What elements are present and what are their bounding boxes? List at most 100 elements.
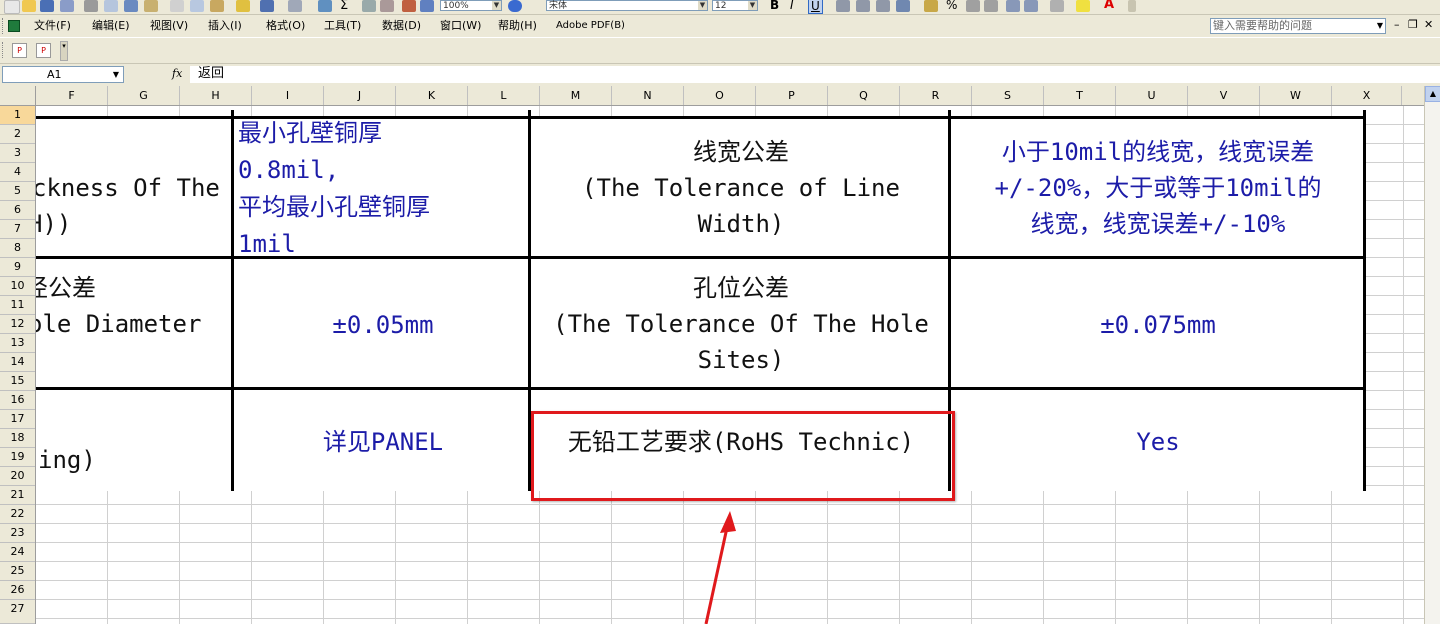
column-header[interactable]: U [1116, 86, 1188, 105]
row-header[interactable]: 13 [0, 334, 35, 353]
row-header[interactable]: 10 [0, 277, 35, 296]
help-search-input[interactable]: 键入需要帮助的问题 ▼ [1210, 18, 1386, 34]
fill-color-icon[interactable] [1076, 0, 1090, 12]
menu-adobe-pdf[interactable]: Adobe PDF(B) [556, 19, 625, 33]
column-header[interactable]: G [108, 86, 180, 105]
cut-icon[interactable] [170, 0, 184, 12]
table-cell[interactable]: 孔位公差 (The Tolerance Of The Hole Sites) [534, 270, 948, 378]
sort-descending-icon[interactable] [380, 0, 394, 12]
table-cell[interactable]: ±0.05mm [236, 307, 530, 343]
row-header[interactable]: 22 [0, 505, 35, 524]
menu-view[interactable]: 视图(V) [150, 19, 188, 33]
table-cell[interactable]: ckness Of The H)) [36, 170, 232, 242]
scroll-up-icon[interactable]: ▲ [1425, 86, 1440, 102]
menu-grip[interactable] [2, 18, 6, 34]
paste-icon[interactable] [210, 0, 224, 12]
table-cell[interactable]: 最小孔壁铜厚 0.8mil, 平均最小孔壁铜厚 1mil [238, 115, 528, 263]
row-header[interactable]: 15 [0, 372, 35, 391]
row-header[interactable]: 16 [0, 391, 35, 410]
menu-help[interactable]: 帮助(H) [498, 19, 537, 33]
row-header[interactable]: 9 [0, 258, 35, 277]
toolbar-options-icon[interactable]: ▾ [60, 41, 68, 61]
row-header[interactable]: 1 [0, 106, 35, 125]
table-cell[interactable]: ing) [36, 442, 232, 478]
row-header[interactable]: 4 [0, 163, 35, 182]
decrease-indent-icon[interactable] [1006, 0, 1020, 12]
save-icon[interactable] [40, 0, 54, 12]
chart-wizard-icon[interactable] [402, 0, 416, 12]
italic-button[interactable]: I [790, 0, 794, 12]
font-select[interactable]: 宋体 ▼ [546, 0, 708, 11]
drawing-icon[interactable] [420, 0, 434, 12]
underline-button[interactable]: U [808, 0, 823, 14]
column-header[interactable]: M [540, 86, 612, 105]
research-icon[interactable] [144, 0, 158, 12]
row-header[interactable]: 11 [0, 296, 35, 315]
zoom-select[interactable]: 100% ▼ [440, 0, 502, 11]
row-header[interactable]: 8 [0, 239, 35, 258]
row-header[interactable]: 19 [0, 448, 35, 467]
column-header[interactable]: W [1260, 86, 1332, 105]
row-header[interactable]: 2 [0, 125, 35, 144]
sort-ascending-icon[interactable] [362, 0, 376, 12]
menu-edit[interactable]: 编辑(E) [92, 19, 130, 33]
autosum-icon[interactable]: Σ [340, 0, 348, 13]
row-header[interactable]: 23 [0, 524, 35, 543]
column-header[interactable]: L [468, 86, 540, 105]
print-preview-icon[interactable] [104, 0, 118, 12]
row-header[interactable]: 5 [0, 182, 35, 201]
open-icon[interactable] [22, 0, 36, 12]
column-header[interactable]: S [972, 86, 1044, 105]
hyperlink-icon[interactable] [318, 0, 332, 12]
table-cell[interactable]: 详见PANEL [236, 424, 530, 460]
menu-format[interactable]: 格式(O) [266, 19, 305, 33]
column-header[interactable]: O [684, 86, 756, 105]
new-icon[interactable] [4, 0, 20, 14]
undo-icon[interactable] [260, 0, 274, 12]
column-header[interactable]: I [252, 86, 324, 105]
table-cell[interactable]: 径公差 ole Diameter [36, 270, 232, 342]
table-cell[interactable]: 线宽公差 (The Tolerance of Line Width) [534, 134, 948, 242]
menu-insert[interactable]: 插入(I) [208, 19, 242, 33]
table-cell[interactable]: 小于10mil的线宽，线宽误差 +/-20%，大于或等于10mil的 线宽，线宽… [954, 134, 1362, 242]
convert-to-pdf-icon[interactable]: P [12, 43, 27, 58]
column-header[interactable]: K [396, 86, 468, 105]
row-header[interactable]: 12 [0, 315, 35, 334]
row-header[interactable]: 26 [0, 581, 35, 600]
redo-icon[interactable] [288, 0, 302, 12]
column-header[interactable]: R [900, 86, 972, 105]
help-icon[interactable] [508, 0, 522, 12]
vertical-scrollbar[interactable]: ▲ [1424, 86, 1440, 624]
align-right-icon[interactable] [876, 0, 890, 12]
font-color-button[interactable]: A [1104, 0, 1114, 12]
column-header[interactable]: V [1188, 86, 1260, 105]
bold-button[interactable]: B [770, 0, 779, 12]
row-header[interactable]: 6 [0, 201, 35, 220]
copy-icon[interactable] [190, 0, 204, 12]
percent-button[interactable]: % [946, 0, 957, 12]
formula-input[interactable]: 返回 [190, 66, 1440, 83]
print-icon[interactable] [84, 0, 98, 12]
minimize-button[interactable]: – [1394, 19, 1400, 31]
row-header[interactable]: 14 [0, 353, 35, 372]
column-header[interactable]: P [756, 86, 828, 105]
column-header[interactable]: F [36, 86, 108, 105]
font-size-select[interactable]: 12 ▼ [712, 0, 758, 11]
toolbar-options-icon[interactable] [1128, 0, 1136, 12]
merge-center-icon[interactable] [896, 0, 910, 12]
currency-icon[interactable] [924, 0, 938, 12]
select-all-button[interactable] [0, 86, 36, 105]
restore-button[interactable]: ❐ [1408, 19, 1418, 31]
row-header[interactable]: 21 [0, 486, 35, 505]
column-header[interactable]: Q [828, 86, 900, 105]
fx-icon[interactable]: fx [172, 67, 182, 80]
row-header[interactable]: 18 [0, 429, 35, 448]
align-center-icon[interactable] [856, 0, 870, 12]
spelling-icon[interactable] [124, 0, 138, 12]
row-header[interactable]: 27 [0, 600, 35, 624]
column-header[interactable]: N [612, 86, 684, 105]
column-header[interactable]: J [324, 86, 396, 105]
row-header[interactable]: 17 [0, 410, 35, 429]
permission-icon[interactable] [60, 0, 74, 12]
convert-and-email-icon[interactable]: P [36, 43, 51, 58]
